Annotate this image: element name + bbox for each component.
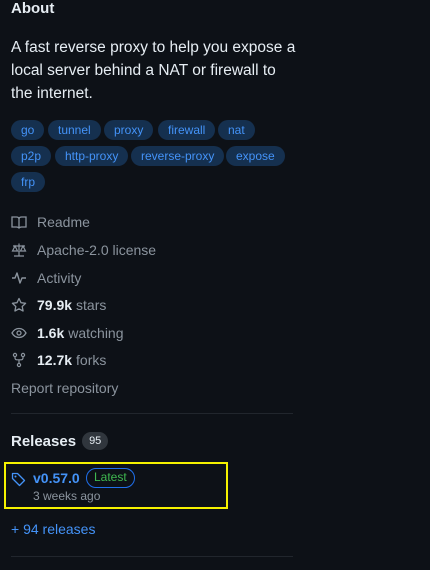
topic-reverse-proxy[interactable]: reverse-proxy (131, 146, 225, 166)
topic-nat[interactable]: nat (218, 120, 255, 140)
releases-heading[interactable]: Releases 95 (11, 432, 109, 450)
law-scale-icon (11, 242, 27, 258)
topic-go[interactable]: go (11, 120, 45, 140)
topic-tunnel[interactable]: tunnel (48, 120, 101, 140)
topic-expose[interactable]: expose (226, 146, 285, 166)
readme-label: Readme (37, 214, 90, 230)
report-repository-link[interactable]: Report repository (11, 380, 118, 396)
forks-label: forks (76, 352, 107, 368)
activity-label: Activity (37, 270, 82, 286)
topic-firewall[interactable]: firewall (158, 120, 216, 140)
stars-label: stars (76, 297, 107, 313)
section-divider (11, 413, 293, 414)
watching-label: watching (68, 325, 124, 341)
forks-count: 12.7k (37, 352, 73, 368)
license-link[interactable]: Apache-2.0 license (11, 239, 156, 261)
topic-http-proxy[interactable]: http-proxy (55, 146, 129, 166)
latest-release-link[interactable]: v0.57.0 (33, 470, 80, 486)
watchers-link[interactable]: 1.6k watching (11, 322, 124, 344)
about-heading: About (11, 0, 55, 17)
readme-link[interactable]: Readme (11, 211, 90, 233)
releases-title: Releases (11, 432, 77, 450)
star-icon (11, 297, 27, 313)
section-divider (11, 556, 293, 557)
more-releases-link[interactable]: + 94 releases (11, 521, 95, 537)
activity-link[interactable]: Activity (11, 267, 81, 289)
stars-link[interactable]: 79.9k stars (11, 294, 106, 316)
topic-p2p[interactable]: p2p (11, 146, 52, 166)
watching-count: 1.6k (37, 325, 65, 341)
license-label: Apache-2.0 license (37, 242, 157, 258)
topic-frp[interactable]: frp (11, 172, 46, 192)
forks-link[interactable]: 12.7k forks (11, 349, 106, 371)
release-date: 3 weeks ago (33, 489, 101, 503)
latest-badge: Latest (86, 468, 135, 488)
fork-icon (11, 352, 27, 368)
book-icon (11, 214, 27, 230)
stars-count: 79.9k (37, 297, 73, 313)
pulse-icon (11, 270, 27, 286)
tag-icon (11, 471, 27, 487)
releases-count-badge: 95 (82, 432, 109, 450)
repo-description: A fast reverse proxy to help you expose … (11, 39, 296, 102)
eye-icon (11, 325, 27, 341)
topic-proxy[interactable]: proxy (104, 120, 154, 140)
